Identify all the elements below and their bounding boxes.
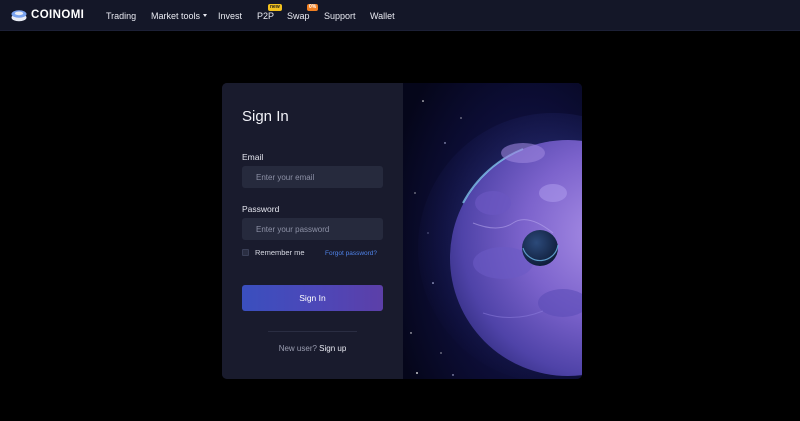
remember-me-label: Remember me xyxy=(255,248,305,257)
nav-item-market-tools[interactable]: Market tools xyxy=(151,11,208,21)
top-navigation-bar: COINOMI Trading Market tools Invest P2P … xyxy=(0,0,800,31)
nav-item-swap[interactable]: Swap xyxy=(287,11,310,21)
nav-item-support[interactable]: Support xyxy=(324,11,356,21)
password-label: Password xyxy=(242,204,280,214)
nav-item-wallet[interactable]: Wallet xyxy=(370,11,395,21)
nav-item-p2p[interactable]: P2P xyxy=(257,11,274,21)
forgot-password-link[interactable]: Forgot password? xyxy=(325,250,377,257)
signup-link[interactable]: Sign up xyxy=(319,344,346,353)
signin-card: Sign In Email Password Remember me Forgo… xyxy=(222,83,582,379)
email-input[interactable] xyxy=(242,166,383,188)
nav-item-invest[interactable]: Invest xyxy=(218,11,242,21)
divider xyxy=(268,331,357,332)
password-input[interactable] xyxy=(242,218,383,240)
planet-illustration xyxy=(403,83,582,379)
email-label: Email xyxy=(242,152,264,162)
signin-button[interactable]: Sign In xyxy=(242,285,383,311)
chevron-down-icon xyxy=(203,14,208,18)
main-nav: Trading Market tools Invest P2P new Swap… xyxy=(0,0,800,31)
nav-item-market-tools-label: Market tools xyxy=(151,11,201,21)
planet-illustration-graphic xyxy=(403,83,582,379)
new-user-text: New user? xyxy=(278,344,317,353)
zero-fee-badge: 0% xyxy=(307,4,319,11)
signin-form: Sign In Email Password Remember me Forgo… xyxy=(222,83,403,379)
remember-me-checkbox[interactable] xyxy=(242,249,249,256)
new-badge: new xyxy=(268,4,282,11)
signup-prompt: New user? Sign up xyxy=(222,344,403,353)
page-title: Sign In xyxy=(242,108,289,125)
nav-item-trading[interactable]: Trading xyxy=(106,11,136,21)
